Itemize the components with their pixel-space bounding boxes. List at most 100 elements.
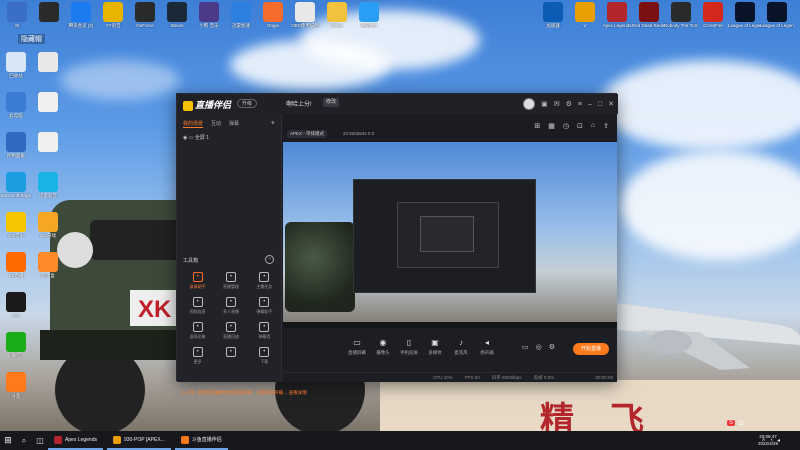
desktop-icon[interactable]: GeForce xyxy=(128,2,162,28)
new-icon: • xyxy=(225,347,236,357)
avatar[interactable] xyxy=(523,98,536,110)
desktop-icon[interactable]: CrossFire xyxy=(696,2,730,28)
tool-item[interactable]: • 多人直播 xyxy=(214,297,247,315)
layout-icon[interactable]: ⊞ xyxy=(534,122,540,130)
desktop-icon-label: Nobody The Turnaround xyxy=(664,23,698,28)
menu-icon[interactable]: ≡ xyxy=(578,101,582,108)
tool-item[interactable]: • 录屏助手 xyxy=(181,272,214,290)
tab-interact[interactable]: 互动 xyxy=(211,120,221,128)
desktop-icon[interactable]: YY语音 xyxy=(96,2,130,28)
game-category[interactable]: APEX - 单排模式 xyxy=(287,130,328,138)
tab-scenes[interactable]: 我的场景 xyxy=(183,120,204,128)
tool-item[interactable]: • 更多 xyxy=(181,347,214,365)
desktop-icon[interactable]: 游戏盒 xyxy=(31,252,65,278)
live-title[interactable]: 啊哈上分! xyxy=(286,99,312,108)
desktop-icon-label: 微信 xyxy=(11,353,21,358)
taskbar-app[interactable]: 930-POP [APEX... xyxy=(106,431,171,450)
desktop-icon[interactable] xyxy=(31,92,65,113)
notice-text[interactable]: ⊙ 公告: 请勿在直播中出现违规内容，以免影响开播… 查看详情 xyxy=(181,390,307,396)
control-phone-cast[interactable]: ▯ 手机投屏 xyxy=(399,338,419,356)
desktop-icon[interactable]: Apex Legends xyxy=(600,2,634,28)
search-icon[interactable]: ⌕ xyxy=(16,431,32,450)
desktop-icon[interactable]: 腾讯会议 (2) xyxy=(64,2,98,28)
clock[interactable]: 20:06:47 2022/4/29 xyxy=(758,433,778,447)
control-mic[interactable]: ♪ 麦克风 xyxy=(451,338,471,356)
maximize-icon[interactable]: □ xyxy=(598,101,602,108)
tool-item[interactable]: • 直播管理 xyxy=(214,272,247,290)
lock-icon[interactable]: ⊡ xyxy=(577,122,583,130)
effects-icon[interactable]: ◎ xyxy=(536,343,542,351)
clock-icon[interactable]: ◷ xyxy=(563,122,569,130)
record-icon[interactable]: ▭ xyxy=(522,343,529,351)
desktop-icon[interactable] xyxy=(31,52,65,73)
desktop-icon[interactable]: Office xyxy=(320,2,354,28)
tool-item[interactable]: • xyxy=(214,347,247,365)
settings-icon[interactable]: ⚙ xyxy=(549,343,555,351)
desktop-icon[interactable]: League of Legends xyxy=(728,2,762,28)
desktop-icon[interactable]: League of Legends xyxy=(760,2,794,28)
desktop-icon[interactable]: QQ xyxy=(0,292,33,318)
ime-indicator[interactable]: S 中 xyxy=(727,418,744,428)
stream-preview[interactable] xyxy=(283,142,617,328)
tool-label: 主播任务 xyxy=(256,284,273,289)
tool-item[interactable]: • 虚拟形象 xyxy=(181,322,214,340)
desktop-icon[interactable]: 回收站 xyxy=(0,52,33,78)
desktop-icon[interactable]: V xyxy=(568,2,602,28)
start-button[interactable]: ⊞ xyxy=(0,431,16,450)
tool-item[interactable]: • 主播任务 xyxy=(248,272,281,290)
tool-item[interactable]: • 弹幕助手 xyxy=(248,297,281,315)
store-icon[interactable]: ▣ xyxy=(541,100,548,108)
upgrade-badge[interactable]: 升级 xyxy=(237,99,258,108)
task-view-icon[interactable]: ◫ xyxy=(32,431,48,450)
desktop-icon[interactable] xyxy=(31,132,65,153)
share-icon[interactable]: ⇪ xyxy=(603,122,609,130)
settings-icon[interactable]: ⚙ xyxy=(566,100,572,108)
desktop-icon[interactable]: 此电脑 xyxy=(0,92,33,118)
desktop-icon[interactable]: Red Dead Redemption xyxy=(632,2,666,28)
tool-item[interactable]: • 下载 xyxy=(248,347,281,365)
minimize-icon[interactable]: – xyxy=(588,101,592,108)
desktop-icon[interactable]: 迅雷加速 xyxy=(224,2,258,28)
add-scene-icon[interactable]: + xyxy=(271,120,275,128)
message-icon[interactable]: ✉ xyxy=(554,100,560,108)
control-speaker[interactable]: ◂ 扬声器 xyxy=(477,338,497,356)
ime-mode: 中 xyxy=(738,421,745,428)
home-icon[interactable]: ⌂ xyxy=(591,122,595,130)
edit-title-button[interactable]: 修改 xyxy=(323,98,340,107)
collapse-icon[interactable]: − xyxy=(265,255,274,264)
desktop-icon[interactable]: 微信 xyxy=(0,332,33,358)
desktop-icon[interactable]: Steam xyxy=(160,2,194,28)
desktop-icon[interactable]: Origin xyxy=(256,2,290,28)
desktop-icon[interactable]: 加速器 xyxy=(536,2,570,28)
desktop-icon[interactable]: QQ游戏 xyxy=(31,212,65,238)
control-media[interactable]: ▣ 多媒体 xyxy=(425,338,445,356)
desktop-icon[interactable]: 小熊 音乐 xyxy=(192,2,226,28)
control-screen[interactable]: ▭ 直播屏幕 xyxy=(347,338,367,356)
start-live-button[interactable]: 开始直播 xyxy=(573,343,609,355)
eye-icon[interactable]: ◉ xyxy=(183,135,187,141)
desktop-icon[interactable]: Sl xyxy=(0,2,34,28)
desktop-icon[interactable]: 控制面板 xyxy=(0,132,33,158)
taskbar-app[interactable]: 斗鱼直播伴侣 xyxy=(174,431,228,450)
tool-item[interactable]: • 视频连麦 xyxy=(181,297,214,315)
grid-icon[interactable]: ▦ xyxy=(548,122,555,130)
desktop-icon-icon xyxy=(543,2,563,22)
desktop-icon[interactable]: Microsoft Edge xyxy=(0,172,33,198)
desktop-icon[interactable]: XX直播 xyxy=(0,252,33,278)
tool-item[interactable]: • 弹幕墙 xyxy=(248,322,281,340)
taskbar-app[interactable]: Apex Legends xyxy=(48,431,103,450)
tab-danmu[interactable]: 弹幕 xyxy=(229,120,239,128)
desktop-icon[interactable] xyxy=(32,2,66,23)
desktop-icon-label: 迅雷加速 xyxy=(232,23,250,28)
desktop-icon-label: 小熊 音乐 xyxy=(199,23,219,28)
desktop-icon[interactable]: QQ音乐 xyxy=(0,212,33,238)
desktop-icon[interactable]: 腾讯QQ xyxy=(352,2,386,28)
desktop-icon[interactable]: 斗鱼 xyxy=(0,372,33,398)
desktop-icon[interactable]: 迅雷影音 xyxy=(31,172,65,198)
control-camera[interactable]: ◉ 摄像头 xyxy=(373,338,393,356)
scene-item[interactable]: ◉ ▭ 全屏 1 xyxy=(183,134,209,141)
close-icon[interactable]: ✕ xyxy=(608,100,614,108)
desktop-icon[interactable]: OBS使用说明 xyxy=(288,2,322,28)
desktop-icon[interactable]: Nobody The Turnaround xyxy=(664,2,698,28)
tool-item[interactable]: • 直播回放 xyxy=(214,322,247,340)
